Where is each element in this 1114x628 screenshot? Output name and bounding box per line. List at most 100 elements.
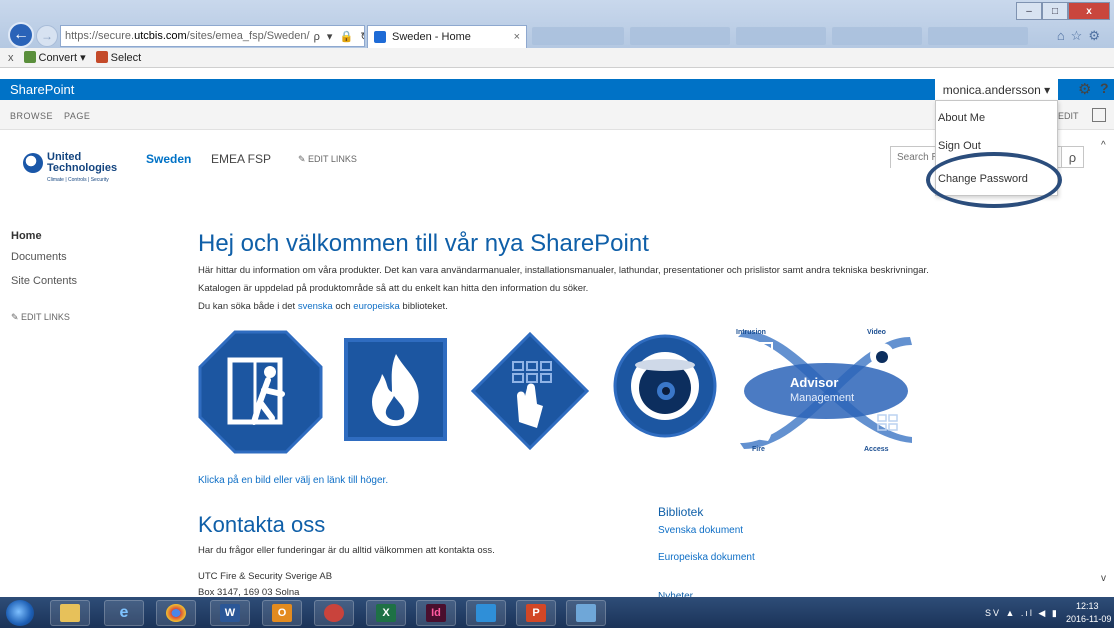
url-path: /sites/emea_fsp/Sweden/ xyxy=(186,30,310,42)
contact-address-company: UTC Fire & Security Sverige AB xyxy=(198,571,333,582)
leftnav-documents[interactable]: Documents xyxy=(11,251,67,263)
settings-gear-icon[interactable]: ⚙ xyxy=(1078,80,1091,98)
ribbon-tab-page[interactable]: PAGE xyxy=(64,111,90,121)
minimize-button[interactable]: – xyxy=(1016,2,1042,20)
back-button[interactable]: ← xyxy=(8,22,34,48)
search-app-taskbar-button[interactable] xyxy=(314,600,354,626)
european-library-link[interactable]: europeiska xyxy=(353,301,399,312)
intro-text-b: och xyxy=(332,301,354,312)
united-technologies-logo[interactable]: United Technologies Climate | Controls |… xyxy=(23,149,133,199)
logo-tagline: Climate | Controls | Security xyxy=(47,177,109,183)
ribbon-edit-button[interactable]: EDIT xyxy=(1058,111,1079,121)
leftnav-site-contents[interactable]: Site Contents xyxy=(11,275,77,287)
keypad-icon xyxy=(470,331,590,451)
blurred-tab[interactable] xyxy=(832,27,922,45)
scroll-up-icon[interactable]: ^ xyxy=(1101,140,1106,151)
advisor-caption-access: Access xyxy=(864,446,889,453)
intrusion-tile[interactable] xyxy=(198,330,323,454)
advisor-management-tile[interactable]: Intrusion Video Fire Access Advisor Mana… xyxy=(732,327,918,453)
page-title: Hej och välkommen till vår nya SharePoin… xyxy=(198,230,649,257)
system-tray[interactable]: SV ▲ .ıl ◀ ▮ xyxy=(985,608,1059,619)
address-bar[interactable]: https://secure. utcbis.com/sites/emea_fsp… xyxy=(60,25,365,47)
indesign-taskbar-button[interactable]: Id xyxy=(416,600,456,626)
select-button[interactable]: Select xyxy=(95,51,142,64)
access-tile[interactable] xyxy=(470,331,590,451)
scroll-down-icon[interactable]: v xyxy=(1101,573,1106,584)
swedish-library-link[interactable]: svenska xyxy=(298,301,333,312)
notes-app-icon xyxy=(576,604,596,622)
blurred-tab[interactable] xyxy=(736,27,826,45)
lync-icon xyxy=(476,604,496,622)
topnav-edit-links[interactable]: ✎ EDIT LINKS xyxy=(298,154,357,165)
sharepoint-brand[interactable]: SharePoint xyxy=(10,82,74,97)
powerpoint-taskbar-button[interactable]: P xyxy=(516,600,556,626)
url-domain: utcbis.com xyxy=(134,30,187,42)
maximize-button[interactable]: □ xyxy=(1042,2,1068,20)
logo-name: United Technologies xyxy=(47,151,118,174)
lync-taskbar-button[interactable] xyxy=(466,600,506,626)
european-documents-link[interactable]: Europeiska dokument xyxy=(658,552,755,563)
tab-close-icon[interactable]: × xyxy=(514,31,520,43)
sharepoint-favicon-icon xyxy=(374,31,386,43)
url-prefix: https://secure. xyxy=(65,30,135,42)
advisor-subtitle: Management xyxy=(790,392,854,404)
focus-mode-icon[interactable] xyxy=(1092,108,1106,122)
intrusion-icon xyxy=(198,330,323,454)
clock-time[interactable]: 12:13 xyxy=(1076,601,1099,611)
help-icon[interactable]: ? xyxy=(1100,80,1109,96)
intro-line-1: Här hittar du information om våra produk… xyxy=(198,265,929,276)
command-bar: x Convert ▾ Select xyxy=(0,48,1114,68)
intro-text-a: Du kan söka både i det xyxy=(198,301,298,312)
blurred-tab[interactable] xyxy=(928,27,1028,45)
start-button-icon[interactable] xyxy=(6,600,34,626)
chrome-taskbar-button[interactable] xyxy=(156,600,196,626)
ribbon-tab-browse[interactable]: BROWSE xyxy=(10,111,53,121)
close-window-button[interactable]: x xyxy=(1068,2,1110,20)
video-tile[interactable] xyxy=(612,333,718,439)
convert-dropdown-icon: ▾ xyxy=(80,52,86,64)
notes-taskbar-button[interactable] xyxy=(566,600,606,626)
home-favorites-settings-icons[interactable]: ⌂☆⚙ xyxy=(1057,28,1106,44)
clock-date[interactable]: 2016-11-09 xyxy=(1066,614,1111,624)
logo-mark-icon xyxy=(23,153,43,173)
contact-text: Har du frågor eller funderingar är du al… xyxy=(198,545,495,556)
powerpoint-icon: P xyxy=(526,604,546,622)
blurred-tab[interactable] xyxy=(532,27,624,45)
leftnav-edit-links[interactable]: ✎ EDIT LINKS xyxy=(11,312,70,323)
outlook-taskbar-button[interactable]: O xyxy=(262,600,302,626)
blurred-tab[interactable] xyxy=(630,27,730,45)
flame-icon xyxy=(372,354,419,426)
forward-button[interactable]: → xyxy=(36,25,58,47)
topnav-sweden[interactable]: Sweden xyxy=(146,152,191,166)
excel-taskbar-button[interactable]: X xyxy=(366,600,406,626)
select-label: Select xyxy=(110,52,142,64)
intro-line-3: Du kan söka både i det svenska och europ… xyxy=(198,301,448,312)
folder-icon xyxy=(60,604,80,622)
click-hint-link[interactable]: Klicka på en bild eller välj en länk til… xyxy=(198,475,388,486)
explorer-taskbar-button[interactable] xyxy=(50,600,90,626)
intro-text-c: biblioteket. xyxy=(399,301,448,312)
word-taskbar-button[interactable]: W xyxy=(210,600,250,626)
close-cmdbar-icon[interactable]: x xyxy=(8,52,14,64)
indesign-icon: Id xyxy=(426,604,446,622)
advisor-caption-fire: Fire xyxy=(752,446,765,453)
menu-sign-out[interactable]: Sign Out xyxy=(938,140,981,152)
search-icon[interactable]: ρ xyxy=(1062,146,1084,168)
user-menu-button[interactable]: monica.andersson ▾ xyxy=(935,79,1058,100)
library-heading: Bibliotek xyxy=(658,505,704,519)
excel-icon: X xyxy=(376,604,396,622)
topnav-emea-fsp[interactable]: EMEA FSP xyxy=(211,152,271,166)
magnifier-app-icon xyxy=(324,604,344,622)
fire-tile[interactable] xyxy=(344,338,447,441)
advisor-caption-intrusion: Intrusion xyxy=(736,329,766,336)
convert-button[interactable]: Convert ▾ xyxy=(23,51,86,64)
internet-explorer-icon: e xyxy=(119,604,129,621)
ie-taskbar-button[interactable]: e xyxy=(104,600,144,626)
menu-about-me[interactable]: About Me xyxy=(938,112,985,124)
swedish-documents-link[interactable]: Svenska dokument xyxy=(658,525,743,536)
leftnav-home[interactable]: Home xyxy=(11,230,42,242)
address-icons[interactable]: ρ ▾ 🔒 ↻ xyxy=(310,30,364,43)
tab-sweden-home[interactable]: Sweden - Home × xyxy=(367,25,527,48)
convert-icon xyxy=(23,51,36,63)
select-icon xyxy=(95,51,108,63)
